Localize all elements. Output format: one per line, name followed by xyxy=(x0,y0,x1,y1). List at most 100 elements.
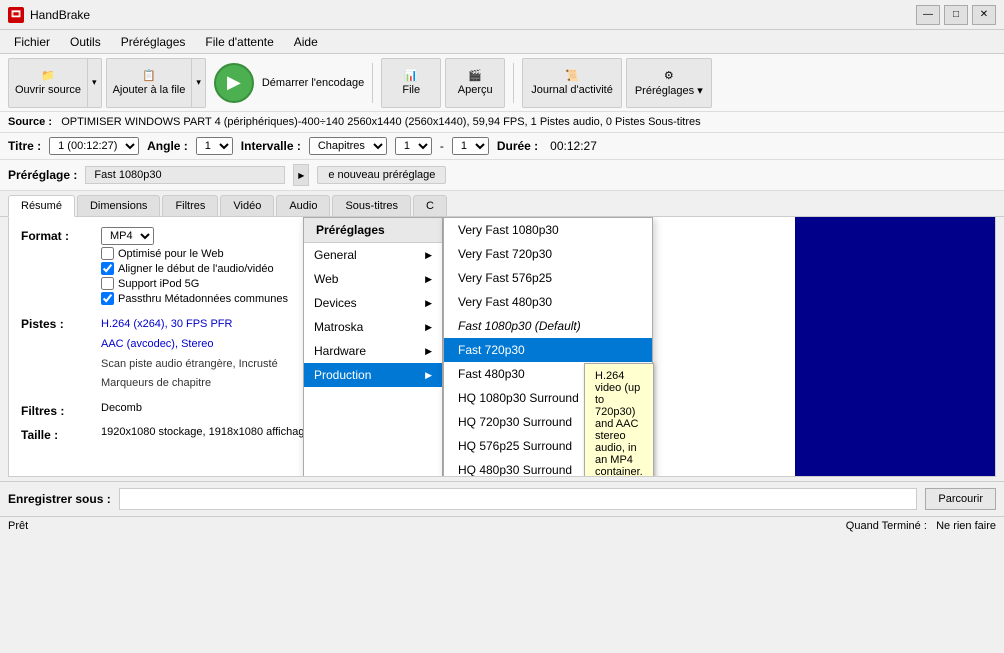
preview-icon: 🎬 xyxy=(468,69,482,82)
presets-btn[interactable]: ⚙ Préréglages ▾ xyxy=(626,58,712,108)
menu-item-web[interactable]: Web ▶ xyxy=(304,267,442,291)
maximize-button[interactable]: □ xyxy=(944,5,968,25)
tab-video[interactable]: Vidéo xyxy=(220,195,274,216)
presets-icon: ⚙ xyxy=(664,69,674,82)
sub-item-3[interactable]: Very Fast 480p30 xyxy=(444,290,652,314)
start-encode-label: Démarrer l'encodage xyxy=(262,77,364,89)
save-label: Enregistrer sous : xyxy=(8,492,111,506)
sub-menu-panel: Very Fast 1080p30 Very Fast 720p30 Very … xyxy=(443,217,653,477)
angle-select[interactable]: 1 xyxy=(196,137,233,155)
menu-item-devices[interactable]: Devices ▶ xyxy=(304,291,442,315)
main-content: Format : MP4 Optimisé pour le Web Aligne… xyxy=(8,217,996,477)
intervalle-label: Intervalle : xyxy=(241,139,301,153)
intervalle-to-select[interactable]: 1 xyxy=(452,137,489,155)
when-done: Quand Terminé : Ne rien faire xyxy=(846,520,996,532)
presets-panel: Préréglages General ▶ Web ▶ Devices ▶ Ma… xyxy=(303,217,443,477)
menu-item-general[interactable]: General ▶ xyxy=(304,243,442,267)
intervalle-from-select[interactable]: 1 xyxy=(395,137,432,155)
preset-row: Préréglage : Fast 1080p30 ▶ e nouveau pr… xyxy=(0,160,1004,191)
checkbox-align-input[interactable] xyxy=(101,262,114,275)
tab-sous-titres[interactable]: Sous-titres xyxy=(332,195,411,216)
tab-resume[interactable]: Résumé xyxy=(8,195,75,217)
sub-item-1[interactable]: Very Fast 720p30 xyxy=(444,242,652,266)
add-queue-arrow[interactable]: ▾ xyxy=(192,59,205,107)
tab-other[interactable]: C xyxy=(413,195,447,216)
checkbox-align-label: Aligner le début de l'audio/vidéo xyxy=(118,263,274,275)
presets-panel-header: Préréglages xyxy=(304,218,442,243)
window-controls: — □ ✕ xyxy=(916,5,996,25)
menu-aide[interactable]: Aide xyxy=(284,33,328,51)
open-source-icon: 📁 xyxy=(41,69,55,82)
menu-prereglages[interactable]: Préréglages xyxy=(111,33,196,51)
tab-filtres[interactable]: Filtres xyxy=(162,195,218,216)
open-source-btn[interactable]: 📁 Ouvrir source ▾ xyxy=(8,58,102,108)
sub-item-5[interactable]: Fast 720p30 xyxy=(444,338,652,362)
tab-dimensions[interactable]: Dimensions xyxy=(77,195,160,216)
save-bar: Enregistrer sous : Parcourir xyxy=(0,481,1004,516)
tooltip: H.264 video (up to 720p30) and AAC stere… xyxy=(584,363,654,477)
format-select[interactable]: MP4 xyxy=(101,227,154,245)
start-icon: ▶ xyxy=(227,72,241,93)
tabs-bar: Résumé Dimensions Filtres Vidéo Audio So… xyxy=(0,191,1004,217)
intervalle-sep: - xyxy=(440,139,444,153)
checkbox-passthru-label: Passthru Métadonnées communes xyxy=(118,293,288,305)
minimize-button[interactable]: — xyxy=(916,5,940,25)
preset-label: Préréglage : xyxy=(8,168,77,182)
titre-select[interactable]: 1 (00:12:27) xyxy=(49,137,139,155)
menu-arrow-web: ▶ xyxy=(425,274,432,285)
menu-outils[interactable]: Outils xyxy=(60,33,111,51)
menu-item-production[interactable]: Production ▶ xyxy=(304,363,442,387)
preset-arrow[interactable]: ▶ xyxy=(293,164,309,186)
status-bar: Prêt Quand Terminé : Ne rien faire xyxy=(0,516,1004,535)
preview-btn[interactable]: 🎬 Aperçu xyxy=(445,58,505,108)
file-btn[interactable]: 📊 File xyxy=(381,58,441,108)
menu-arrow-hardware: ▶ xyxy=(425,346,432,357)
file-icon: 📊 xyxy=(404,69,418,82)
sub-item-2[interactable]: Very Fast 576p25 xyxy=(444,266,652,290)
checkbox-ipod-label: Support iPod 5G xyxy=(118,278,199,290)
parcourir-button[interactable]: Parcourir xyxy=(925,488,996,510)
source-label: Source : xyxy=(8,116,52,128)
menu-bar: Fichier Outils Préréglages File d'attent… xyxy=(0,30,1004,54)
titre-label: Titre : xyxy=(8,139,41,153)
blue-block-1 xyxy=(795,217,995,477)
format-label: Format : xyxy=(21,227,101,243)
taille-label: Taille : xyxy=(21,426,101,442)
start-encode-button[interactable]: ▶ xyxy=(214,63,254,103)
intervalle-type-select[interactable]: Chapitres xyxy=(309,137,387,155)
checkbox-passthru-input[interactable] xyxy=(101,292,114,305)
menu-file-attente[interactable]: File d'attente xyxy=(195,33,283,51)
file-label: File xyxy=(402,84,420,96)
close-button[interactable]: ✕ xyxy=(972,5,996,25)
new-preset-button[interactable]: e nouveau préréglage xyxy=(317,166,446,184)
tab-audio[interactable]: Audio xyxy=(276,195,330,216)
open-source-label: Ouvrir source xyxy=(15,84,81,96)
menu-arrow-general: ▶ xyxy=(425,250,432,261)
save-input[interactable] xyxy=(119,488,918,510)
add-queue-icon: 📋 xyxy=(142,69,156,82)
preview-label: Aperçu xyxy=(458,84,493,96)
activity-log-btn[interactable]: 📜 Journal d'activité xyxy=(522,58,622,108)
add-to-queue-btn[interactable]: 📋 Ajouter à la file ▾ xyxy=(106,58,206,108)
toolbar: 📁 Ouvrir source ▾ 📋 Ajouter à la file ▾ … xyxy=(0,54,1004,112)
open-source-arrow[interactable]: ▾ xyxy=(88,59,101,107)
menu-arrow-devices: ▶ xyxy=(425,298,432,309)
duree-label: Durée : xyxy=(497,139,538,153)
toolbar-separator-2 xyxy=(513,63,514,103)
app-icon: 🎞 xyxy=(8,7,24,23)
sub-item-0[interactable]: Very Fast 1080p30 xyxy=(444,218,652,242)
status-text: Prêt xyxy=(8,520,28,532)
title-row: Titre : 1 (00:12:27) Angle : 1 Intervall… xyxy=(0,133,1004,160)
toolbar-separator-1 xyxy=(372,63,373,103)
menu-item-hardware[interactable]: Hardware ▶ xyxy=(304,339,442,363)
sub-item-4[interactable]: Fast 1080p30 (Default) xyxy=(444,314,652,338)
menu-item-matroska[interactable]: Matroska ▶ xyxy=(304,315,442,339)
menu-fichier[interactable]: Fichier xyxy=(4,33,60,51)
filtres-label: Filtres : xyxy=(21,402,101,418)
activity-label: Journal d'activité xyxy=(531,84,613,96)
menu-arrow-production: ▶ xyxy=(425,370,432,381)
when-done-label: Quand Terminé : xyxy=(846,520,927,532)
checkbox-web-input[interactable] xyxy=(101,247,114,260)
preset-value[interactable]: Fast 1080p30 xyxy=(85,166,285,184)
checkbox-ipod-input[interactable] xyxy=(101,277,114,290)
